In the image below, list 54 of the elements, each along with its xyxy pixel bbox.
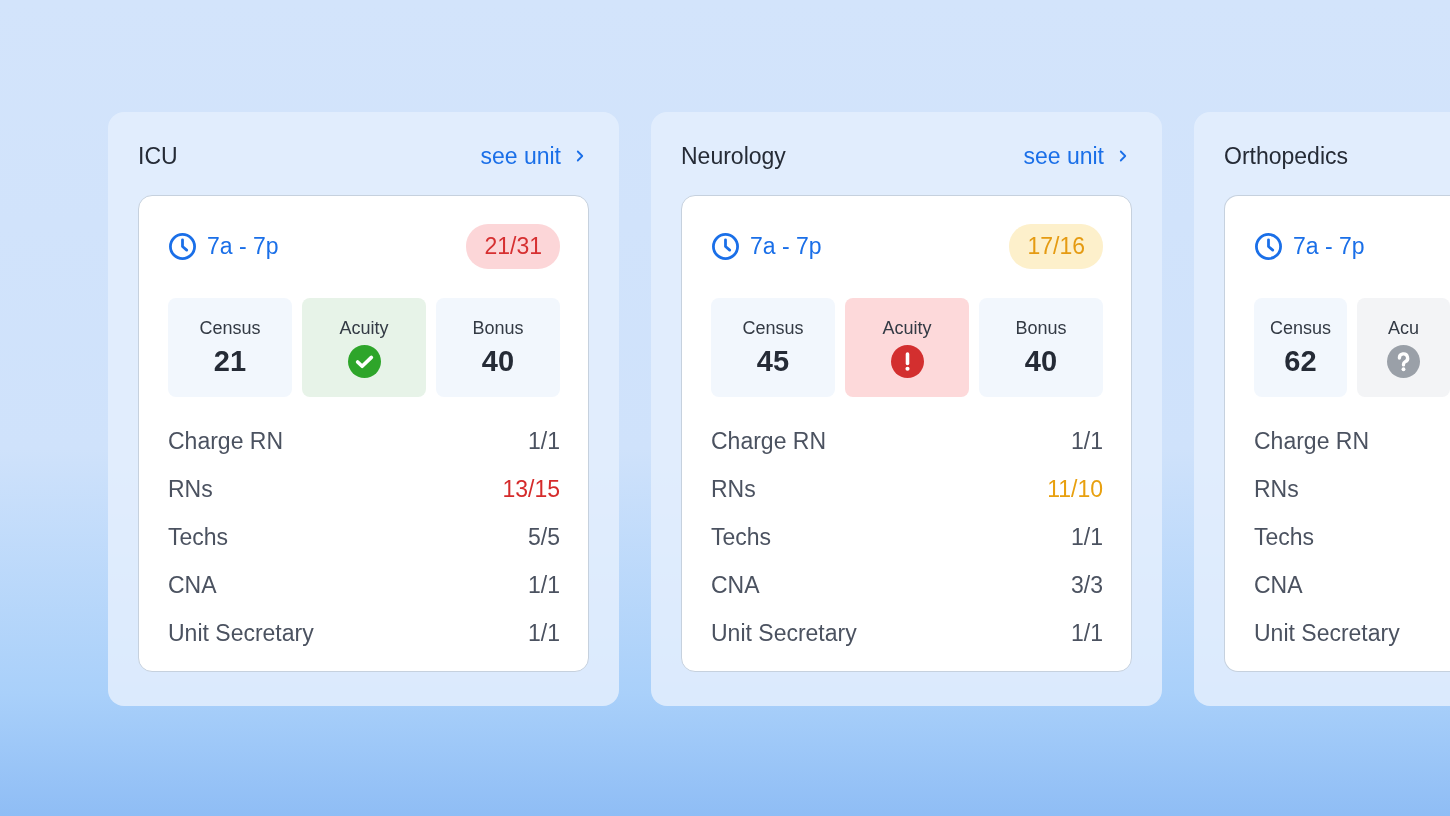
tile-label: Census xyxy=(1270,317,1331,339)
role-label: Charge RN xyxy=(711,427,827,455)
tile-label: Acuity xyxy=(882,317,932,339)
shift-time: 7a - 7p xyxy=(1293,232,1365,260)
tile-label: Bonus xyxy=(1015,317,1067,339)
role-count: 1/1 xyxy=(1071,427,1103,455)
role-count: 11/10 xyxy=(1047,475,1103,503)
tile-value: 62 xyxy=(1284,344,1317,378)
see-unit-link[interactable]: see unit xyxy=(1023,142,1132,170)
role-count: 13/15 xyxy=(502,475,560,503)
tile-value: 45 xyxy=(756,344,790,378)
see-unit-link[interactable]: see unit xyxy=(480,142,589,170)
tile-label: Census xyxy=(199,317,261,339)
tile-label: Acu xyxy=(1388,317,1419,339)
unit-title: Neurology xyxy=(681,142,786,170)
role-count: 1/1 xyxy=(1071,523,1103,551)
role-label: Unit Secretary xyxy=(1254,619,1400,647)
role-count: 1/1 xyxy=(528,619,560,647)
role-label: CNA xyxy=(168,571,217,599)
unit-title: ICU xyxy=(138,142,178,170)
role-count: 1/1 xyxy=(1071,619,1103,647)
tile-value: 21 xyxy=(213,344,247,378)
role-label: RNs xyxy=(168,475,213,503)
unit-title: Orthopedics xyxy=(1224,142,1348,170)
role-label: RNs xyxy=(1254,475,1299,503)
role-label: CNA xyxy=(1254,571,1303,599)
role-label: Charge RN xyxy=(168,427,284,455)
shift-time: 7a - 7p xyxy=(207,232,279,260)
exclamation-icon xyxy=(890,344,924,378)
clock-icon xyxy=(711,231,740,261)
role-count: 1/1 xyxy=(528,427,560,455)
tile-label: Census xyxy=(742,317,804,339)
role-label: CNA xyxy=(711,571,760,599)
role-label: Techs xyxy=(1254,523,1315,551)
role-label: Techs xyxy=(168,523,229,551)
tile-label: Bonus xyxy=(472,317,524,339)
tile-value: 40 xyxy=(481,344,515,378)
shift-time: 7a - 7p xyxy=(750,232,822,260)
role-count: 1/1 xyxy=(528,571,560,599)
staffing-badge: 17/16 xyxy=(1009,223,1103,269)
check-icon xyxy=(347,344,381,378)
tile-label: Acuity xyxy=(339,317,389,339)
clock-icon xyxy=(168,231,197,261)
question-icon xyxy=(1387,344,1420,378)
clock-icon xyxy=(1254,231,1283,261)
staffing-badge: 21/31 xyxy=(466,223,560,269)
role-label: Unit Secretary xyxy=(168,619,314,647)
tile-value: 40 xyxy=(1024,344,1058,378)
role-label: Charge RN xyxy=(1254,427,1370,455)
role-count: 5/5 xyxy=(528,523,560,551)
role-label: Unit Secretary xyxy=(711,619,857,647)
role-label: Techs xyxy=(711,523,772,551)
role-label: RNs xyxy=(711,475,756,503)
role-count: 3/3 xyxy=(1071,571,1103,599)
